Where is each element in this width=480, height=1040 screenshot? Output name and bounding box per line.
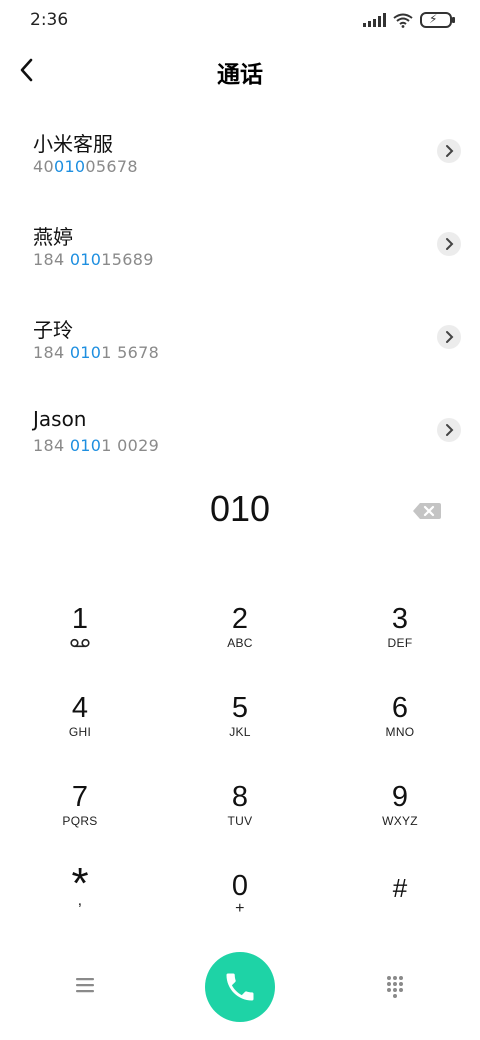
key-letters: , — [77, 892, 83, 909]
key-digit: 4 — [71, 692, 89, 724]
battery-charging-icon: ⚡ — [420, 12, 455, 28]
key-5[interactable]: 5 JKL — [160, 686, 320, 775]
chevron-right-icon — [446, 238, 454, 250]
key-4[interactable]: 4 GHI — [0, 686, 160, 775]
contact-row[interactable]: 燕婷 184 01015689 — [0, 203, 480, 296]
key-6[interactable]: 6 MNO — [320, 686, 480, 775]
chevron-right-icon — [446, 331, 454, 343]
status-bar: 2:36 ⚡ — [0, 0, 480, 40]
bottom-actions — [0, 950, 480, 1024]
key-digit: 2 — [231, 603, 249, 635]
key-star[interactable]: * , — [0, 862, 160, 953]
dialpad: 1 2 ABC 3 DEF 4 GHI 5 JKL 6 MNO 7 PQRS 8… — [0, 597, 480, 953]
chevron-right-icon — [446, 145, 454, 157]
key-1[interactable]: 1 — [0, 597, 160, 686]
key-digit: 5 — [231, 692, 249, 724]
match-highlight: 010 — [69, 436, 102, 455]
key-0[interactable]: 0 + — [160, 864, 320, 953]
dial-entry: 010 — [0, 488, 480, 538]
contact-name: 小米客服 — [33, 132, 113, 156]
signal-icon — [363, 13, 386, 27]
key-digit: 9 — [391, 781, 409, 813]
key-letters: WXYZ — [382, 814, 418, 828]
contact-suggestions: 小米客服 4001005678 燕婷 184 01015689 子玲 184 0… — [0, 110, 480, 482]
contact-row[interactable]: Jason 184 0101 0029 — [0, 389, 480, 482]
key-letters: TUV — [227, 814, 253, 828]
dialpad-icon[interactable] — [386, 975, 404, 999]
key-3[interactable]: 3 DEF — [320, 597, 480, 686]
contact-number: 4001005678 — [33, 157, 138, 176]
key-digit: 7 — [71, 781, 89, 813]
key-hash[interactable]: # — [320, 864, 480, 953]
voicemail-icon — [70, 638, 90, 648]
contact-name: 燕婷 — [33, 225, 73, 249]
key-letters: DEF — [387, 636, 413, 650]
contact-number: 184 0101 0029 — [33, 436, 160, 455]
key-digit: 0 — [231, 870, 249, 902]
contact-detail-button[interactable] — [437, 232, 461, 256]
key-7[interactable]: 7 PQRS — [0, 775, 160, 864]
contact-detail-button[interactable] — [437, 139, 461, 163]
match-highlight: 010 — [53, 157, 86, 176]
menu-icon[interactable] — [74, 976, 96, 994]
contact-number: 184 0101 5678 — [33, 343, 160, 362]
contact-name: 子玲 — [33, 318, 73, 342]
key-digit: 3 — [391, 603, 409, 635]
contact-number: 184 01015689 — [33, 250, 154, 269]
key-letters: JKL — [229, 725, 251, 739]
key-digit: # — [392, 873, 408, 903]
wifi-icon — [393, 13, 413, 28]
key-digit: 8 — [231, 781, 249, 813]
status-time: 2:36 — [30, 10, 69, 30]
key-digit: 6 — [391, 692, 409, 724]
phone-icon — [226, 973, 254, 1001]
key-9[interactable]: 9 WXYZ — [320, 775, 480, 864]
contact-name: Jason — [33, 407, 87, 431]
key-2[interactable]: 2 ABC — [160, 597, 320, 686]
call-button[interactable] — [205, 952, 275, 1022]
key-letters: + — [235, 900, 245, 917]
contact-detail-button[interactable] — [437, 325, 461, 349]
match-highlight: 010 — [69, 250, 102, 269]
contact-detail-button[interactable] — [437, 418, 461, 442]
contact-row[interactable]: 子玲 184 0101 5678 — [0, 296, 480, 389]
key-letters: PQRS — [62, 814, 98, 828]
dialed-number[interactable]: 010 — [0, 488, 480, 530]
key-letters: GHI — [68, 725, 92, 739]
match-highlight: 010 — [69, 343, 102, 362]
header: 通话 — [0, 45, 480, 95]
page-title: 通话 — [217, 62, 263, 88]
key-letters: ABC — [227, 636, 253, 650]
key-digit: 1 — [71, 603, 89, 635]
status-icons: ⚡ — [363, 12, 455, 28]
contact-row[interactable]: 小米客服 4001005678 — [0, 110, 480, 203]
chevron-right-icon — [446, 424, 454, 436]
backspace-icon[interactable] — [412, 501, 442, 521]
key-8[interactable]: 8 TUV — [160, 775, 320, 864]
key-letters: MNO — [385, 725, 415, 739]
